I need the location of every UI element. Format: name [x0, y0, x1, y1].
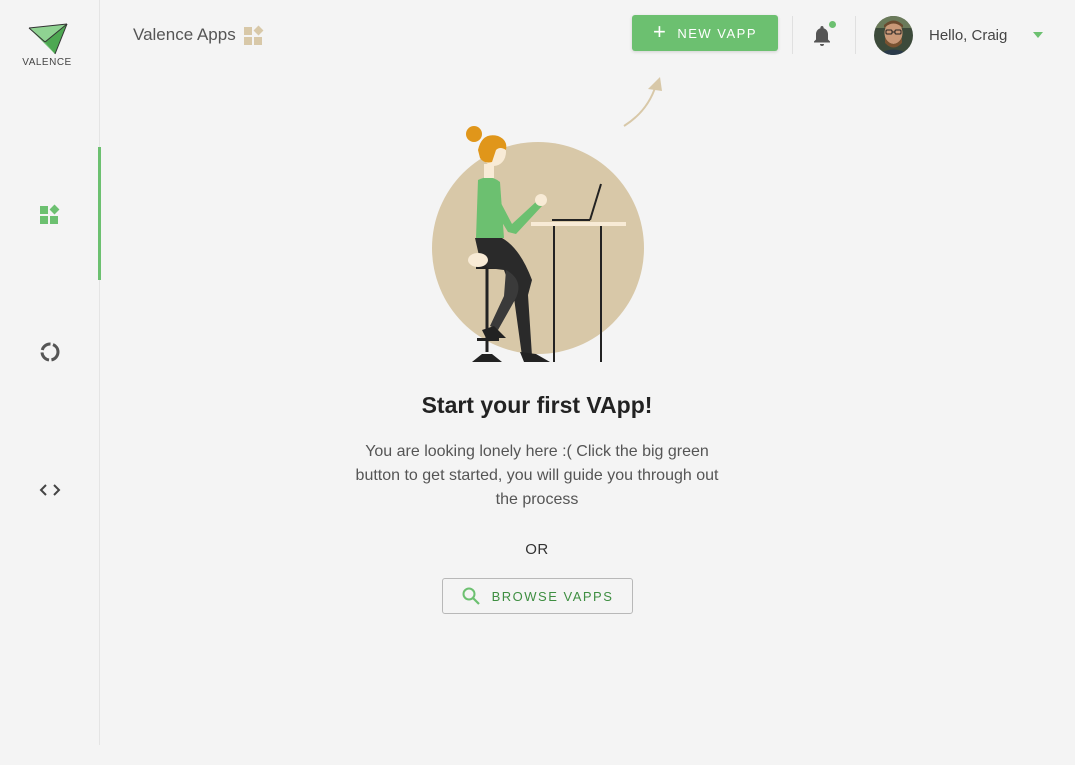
sidebar-item-apps[interactable]	[35, 199, 65, 229]
search-icon	[462, 587, 480, 605]
code-icon	[39, 484, 61, 496]
notifications-button[interactable]	[812, 21, 836, 49]
header-divider	[792, 16, 793, 54]
brand-name: VALENCE	[22, 57, 72, 68]
browse-vapps-button[interactable]: BROWSE VAPPS	[442, 578, 633, 614]
empty-state-title: Start your first VApp!	[421, 392, 653, 418]
page-title: Valence Apps	[133, 25, 264, 45]
or-separator: OR	[525, 541, 549, 558]
empty-state-illustration	[432, 126, 644, 362]
brand-logo[interactable]: VALENCE	[22, 22, 72, 68]
user-avatar-icon	[874, 16, 913, 55]
sidebar: VALENCE	[0, 0, 101, 745]
new-vapp-button-label: NEW VAPP	[677, 25, 758, 41]
avatar[interactable]	[874, 16, 913, 55]
sidebar-item-code[interactable]	[35, 475, 65, 505]
page-title-text: Valence Apps	[133, 25, 236, 44]
browse-vapps-button-label: BROWSE VAPPS	[491, 588, 614, 604]
empty-state-description: You are looking lonely here :( Click the…	[355, 443, 719, 508]
notification-dot	[829, 21, 836, 28]
bell-icon	[814, 26, 830, 46]
sidebar-item-activity[interactable]	[35, 337, 65, 367]
activity-icon	[40, 342, 60, 362]
user-greeting[interactable]: Hello, Craig	[929, 27, 1007, 44]
chevron-down-icon[interactable]	[1033, 32, 1043, 38]
paper-plane-logo-icon	[28, 23, 68, 55]
active-nav-indicator	[98, 147, 101, 280]
plus-icon: +	[652, 19, 668, 44]
apps-icon	[243, 25, 264, 45]
app-root: VALENCE Valence Apps + NEW VAPP Hello, C…	[0, 0, 1075, 765]
new-vapp-button[interactable]: + NEW VAPP	[632, 15, 778, 51]
header-divider	[855, 16, 856, 54]
apps-icon	[40, 204, 60, 224]
